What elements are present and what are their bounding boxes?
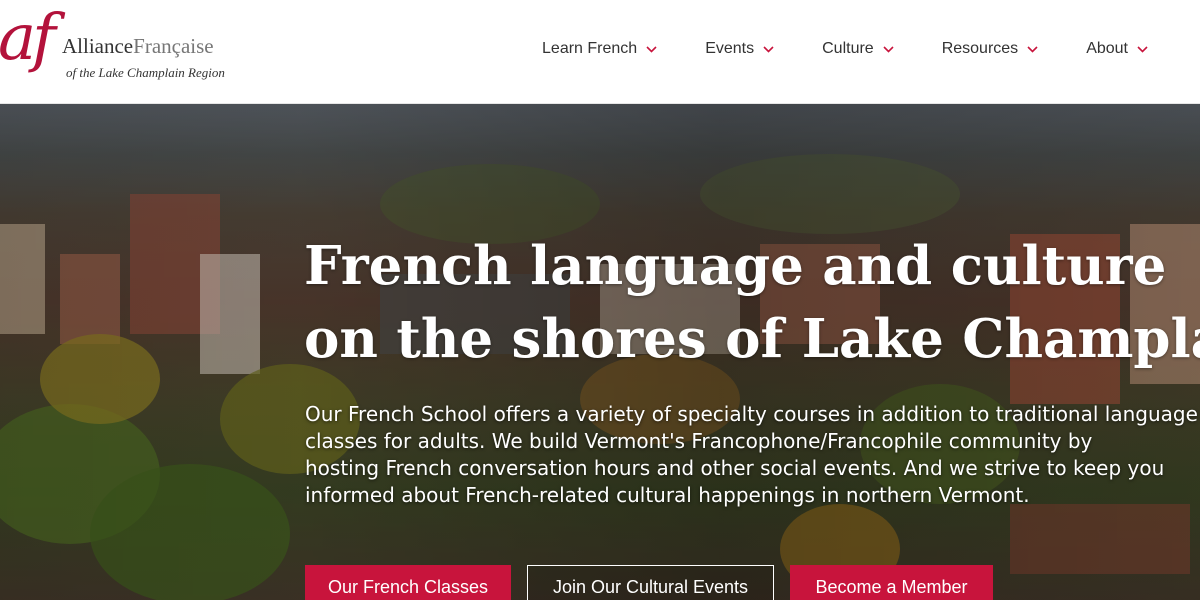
chevron-down-icon (763, 45, 774, 53)
become-member-button-label: Become a Member (815, 576, 968, 597)
chevron-down-icon (883, 45, 894, 53)
hero-headline-line2: on the shores of Lake Champlain (304, 308, 1200, 370)
nav-item-label: Culture (822, 40, 874, 57)
site-header: af AllianceFrançaise of the Lake Champla… (0, 0, 1200, 104)
hero-intro: Our French School offers a variety of sp… (305, 401, 1200, 509)
logo-name: AllianceFrançaise (62, 34, 214, 59)
hero-headline: French language and culture on the shore… (304, 230, 1200, 376)
nav-item-learn-french[interactable]: Learn French (542, 40, 657, 58)
chevron-down-icon (646, 45, 657, 53)
logo-tagline-text: Lake Champlain Region (98, 65, 225, 80)
site-logo[interactable]: af AllianceFrançaise of the Lake Champla… (0, 6, 270, 94)
logo-name-part2: Française (133, 34, 214, 58)
chevron-down-icon (1137, 45, 1148, 53)
nav-item-label: Events (705, 40, 755, 57)
logo-mark: af (0, 1, 56, 75)
logo-name-part1: Alliance (62, 34, 134, 58)
hero-intro-line: Our French School offers a variety of sp… (305, 402, 1198, 426)
hero-section: French language and culture on the shore… (0, 104, 1200, 600)
logo-tagline-prefix: of the (66, 65, 96, 80)
hero-intro-line: classes for adults. We build Vermont's F… (305, 429, 1093, 453)
nav-item-about[interactable]: About (1086, 40, 1148, 58)
nav-item-label: About (1086, 40, 1128, 57)
become-member-button[interactable]: Become a Member (790, 565, 993, 600)
main-nav: Learn French Events Culture Resources Ab… (494, 40, 1148, 58)
nav-item-culture[interactable]: Culture (822, 40, 894, 58)
cultural-events-button-label: Join Our Cultural Events (552, 576, 749, 597)
hero-intro-line: informed about French-related cultural h… (305, 483, 1030, 507)
hero-headline-line1: French language and culture (304, 235, 1167, 297)
hero-intro-line: hosting French conversation hours and ot… (305, 456, 1165, 480)
nav-item-events[interactable]: Events (705, 40, 774, 58)
nav-item-label: Learn French (542, 40, 638, 57)
nav-item-label: Resources (941, 40, 1019, 57)
logo-tagline: of the Lake Champlain Region (66, 65, 225, 81)
chevron-down-icon (1027, 45, 1038, 53)
nav-item-resources[interactable]: Resources (942, 40, 1038, 58)
cultural-events-button[interactable]: Join Our Cultural Events (527, 565, 774, 600)
french-classes-button-label: Our French Classes (327, 576, 489, 597)
french-classes-button[interactable]: Our French Classes (305, 565, 511, 600)
